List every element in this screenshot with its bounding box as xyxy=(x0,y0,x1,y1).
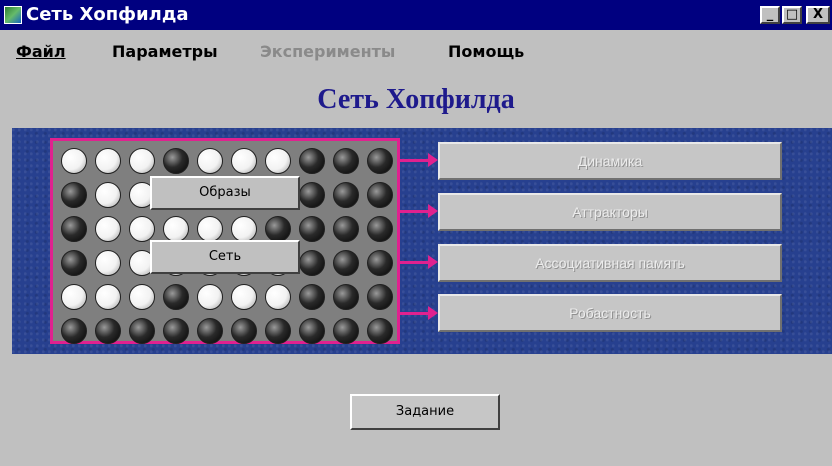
images-button[interactable]: Образы xyxy=(150,176,300,210)
menu-help[interactable]: Помощь xyxy=(448,42,524,61)
arrow-right-icon xyxy=(428,306,438,320)
neuron-0-2[interactable] xyxy=(129,148,155,174)
neuron-0-9[interactable] xyxy=(367,148,393,174)
neuron-1-8[interactable] xyxy=(333,182,359,208)
menu-parameters-label: Параметры xyxy=(112,42,218,61)
neuron-3-9[interactable] xyxy=(367,250,393,276)
arrow-line-attractors xyxy=(400,210,428,213)
neuron-4-4[interactable] xyxy=(197,284,223,310)
neuron-1-9[interactable] xyxy=(367,182,393,208)
neuron-3-7[interactable] xyxy=(299,250,325,276)
neuron-2-7[interactable] xyxy=(299,216,325,242)
neuron-0-8[interactable] xyxy=(333,148,359,174)
neuron-0-5[interactable] xyxy=(231,148,257,174)
menu-file[interactable]: Файл xyxy=(16,42,66,61)
neuron-4-1[interactable] xyxy=(95,284,121,310)
neuron-2-9[interactable] xyxy=(367,216,393,242)
arrow-right-icon xyxy=(428,153,438,167)
neuron-2-6[interactable] xyxy=(265,216,291,242)
neuron-5-8[interactable] xyxy=(333,318,359,344)
dynamics-button[interactable]: Динамика xyxy=(438,142,782,180)
robustness-button[interactable]: Робастность xyxy=(438,294,782,332)
menu-experiments[interactable]: Эксперименты xyxy=(260,42,395,61)
neuron-5-6[interactable] xyxy=(265,318,291,344)
app-icon[interactable] xyxy=(4,6,22,24)
menu-parameters[interactable]: Параметры xyxy=(112,42,218,61)
menu-experiments-label: Эксперименты xyxy=(260,42,396,61)
neuron-4-3[interactable] xyxy=(163,284,189,310)
neuron-5-2[interactable] xyxy=(129,318,155,344)
neuron-0-1[interactable] xyxy=(95,148,121,174)
neuron-5-4[interactable] xyxy=(197,318,223,344)
neuron-2-2[interactable] xyxy=(129,216,155,242)
neuron-4-7[interactable] xyxy=(299,284,325,310)
neuron-4-2[interactable] xyxy=(129,284,155,310)
neuron-3-0[interactable] xyxy=(61,250,87,276)
task-button[interactable]: Задание xyxy=(350,394,500,430)
neuron-0-6[interactable] xyxy=(265,148,291,174)
neuron-2-5[interactable] xyxy=(231,216,257,242)
neuron-2-4[interactable] xyxy=(197,216,223,242)
arrow-right-icon xyxy=(428,204,438,218)
menu-help-label: Помощь xyxy=(448,42,525,61)
neuron-2-3[interactable] xyxy=(163,216,189,242)
minimize-button[interactable]: _ xyxy=(760,6,780,24)
neuron-5-5[interactable] xyxy=(231,318,257,344)
menu-bar: Файл Параметры Эксперименты Помощь xyxy=(0,38,832,64)
neuron-5-7[interactable] xyxy=(299,318,325,344)
neuron-4-5[interactable] xyxy=(231,284,257,310)
neuron-0-3[interactable] xyxy=(163,148,189,174)
attractors-button[interactable]: Аттракторы xyxy=(438,193,782,231)
page-title: Сеть Хопфилда xyxy=(317,84,515,115)
arrow-line-robustness xyxy=(400,312,428,315)
neuron-0-7[interactable] xyxy=(299,148,325,174)
neuron-1-1[interactable] xyxy=(95,182,121,208)
neuron-2-8[interactable] xyxy=(333,216,359,242)
title-bar[interactable]: Сеть Хопфилда _ □ X xyxy=(0,0,832,30)
neuron-4-6[interactable] xyxy=(265,284,291,310)
neuron-5-0[interactable] xyxy=(61,318,87,344)
neuron-4-0[interactable] xyxy=(61,284,87,310)
close-button[interactable]: X xyxy=(806,6,830,24)
neuron-0-0[interactable] xyxy=(61,148,87,174)
maximize-button[interactable]: □ xyxy=(782,6,802,24)
neuron-2-1[interactable] xyxy=(95,216,121,242)
neuron-4-9[interactable] xyxy=(367,284,393,310)
arrow-right-icon xyxy=(428,255,438,269)
network-button[interactable]: Сеть xyxy=(150,240,300,274)
neuron-0-4[interactable] xyxy=(197,148,223,174)
neuron-1-0[interactable] xyxy=(61,182,87,208)
neuron-4-8[interactable] xyxy=(333,284,359,310)
neuron-5-9[interactable] xyxy=(367,318,393,344)
neuron-5-3[interactable] xyxy=(163,318,189,344)
window-title: Сеть Хопфилда xyxy=(26,4,189,25)
arrow-line-dynamics xyxy=(400,159,428,162)
neuron-2-0[interactable] xyxy=(61,216,87,242)
neuron-1-7[interactable] xyxy=(299,182,325,208)
neuron-5-1[interactable] xyxy=(95,318,121,344)
arrow-line-associative xyxy=(400,261,428,264)
neuron-3-1[interactable] xyxy=(95,250,121,276)
associative-memory-button[interactable]: Ассоциативная память xyxy=(438,244,782,282)
menu-file-label: Файл xyxy=(16,42,66,61)
neuron-3-8[interactable] xyxy=(333,250,359,276)
